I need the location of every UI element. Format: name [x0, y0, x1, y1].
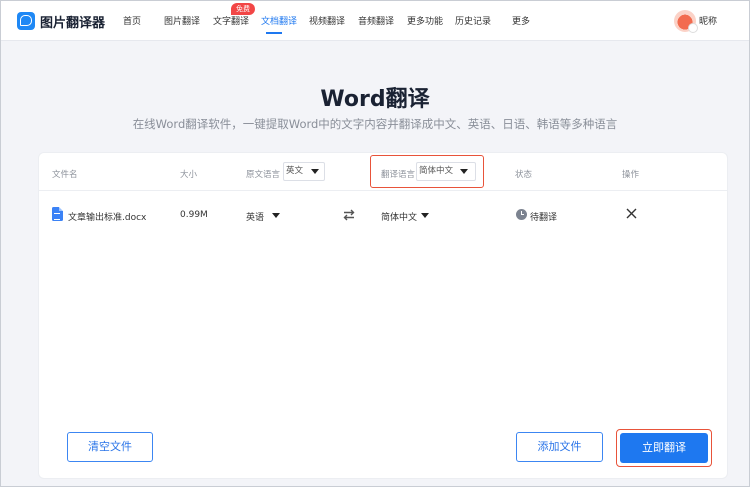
top-nav-bar: 图片翻译器 首页 图片翻译 文字翻译 免费 文档翻译 视频翻译 音频翻译 更多功… [1, 1, 749, 41]
add-files-button[interactable]: 添加文件 [516, 432, 603, 462]
nav-more-features[interactable]: 更多功能 [407, 14, 443, 27]
file-status: 待翻译 [530, 213, 558, 223]
target-language-select[interactable]: 简体中文 [416, 162, 476, 181]
nav-audio-translate[interactable]: 音频翻译 [358, 14, 394, 27]
swap-icon[interactable] [342, 208, 356, 222]
header-size: 大小 [180, 170, 198, 180]
file-list-card: 文件名 大小 原文语言 英文 翻译语言 简体中文 状态 操作 文章输出标准.do… [38, 152, 728, 479]
header-action: 操作 [622, 170, 640, 180]
clear-files-button[interactable]: 清空文件 [67, 432, 153, 462]
free-badge: 免费 [231, 3, 255, 15]
nav-document-translate[interactable]: 文档翻译 [261, 14, 297, 27]
app-logo-icon[interactable] [17, 12, 35, 30]
chevron-down-icon [272, 213, 280, 218]
row-target-language-value: 简体中文 [381, 213, 418, 223]
app-name[interactable]: 图片翻译器 [40, 12, 105, 31]
file-size: 0.99M [180, 210, 208, 220]
source-language-select[interactable]: 英文 [283, 162, 325, 181]
header-filename: 文件名 [52, 170, 78, 180]
header-target-language: 翻译语言 [381, 170, 416, 180]
word-document-icon [52, 207, 63, 221]
translate-now-button[interactable]: 立即翻译 [620, 433, 708, 463]
nav-text-translate[interactable]: 文字翻译 [213, 14, 249, 27]
table-row: 文章输出标准.docx 0.99M 英语 简体中文 待翻译 [39, 191, 727, 239]
target-language-value: 简体中文 [419, 166, 454, 176]
header-status: 状态 [515, 170, 533, 180]
chevron-down-icon [421, 213, 429, 218]
page-title: Word翻译 [320, 87, 430, 112]
table-header: 文件名 大小 原文语言 英文 翻译语言 简体中文 状态 操作 [39, 153, 727, 191]
user-nickname[interactable]: 昵称 [699, 14, 717, 27]
source-language-value: 英文 [286, 166, 304, 176]
file-name: 文章输出标准.docx [68, 213, 147, 223]
page-subtitle: 在线Word翻译软件，一键提取Word中的文字内容并翻译成中文、英语、日语、韩语… [132, 117, 618, 131]
user-avatar[interactable] [674, 10, 698, 33]
close-icon[interactable] [626, 208, 637, 219]
row-source-language-value: 英语 [246, 213, 265, 223]
row-target-language-select[interactable]: 简体中文 [381, 210, 441, 223]
nav-more[interactable]: 更多 [512, 14, 530, 27]
clock-icon [516, 209, 527, 220]
header-source-language: 原文语言 [246, 170, 281, 180]
row-source-language-select[interactable]: 英语 [246, 210, 290, 223]
chevron-down-icon [311, 169, 319, 174]
nav-video-translate[interactable]: 视频翻译 [309, 14, 345, 27]
nav-history[interactable]: 历史记录 [455, 14, 491, 27]
active-nav-indicator [266, 32, 282, 34]
chevron-down-icon [460, 169, 468, 174]
nav-home[interactable]: 首页 [123, 14, 141, 27]
nav-image-translate[interactable]: 图片翻译 [164, 14, 200, 27]
